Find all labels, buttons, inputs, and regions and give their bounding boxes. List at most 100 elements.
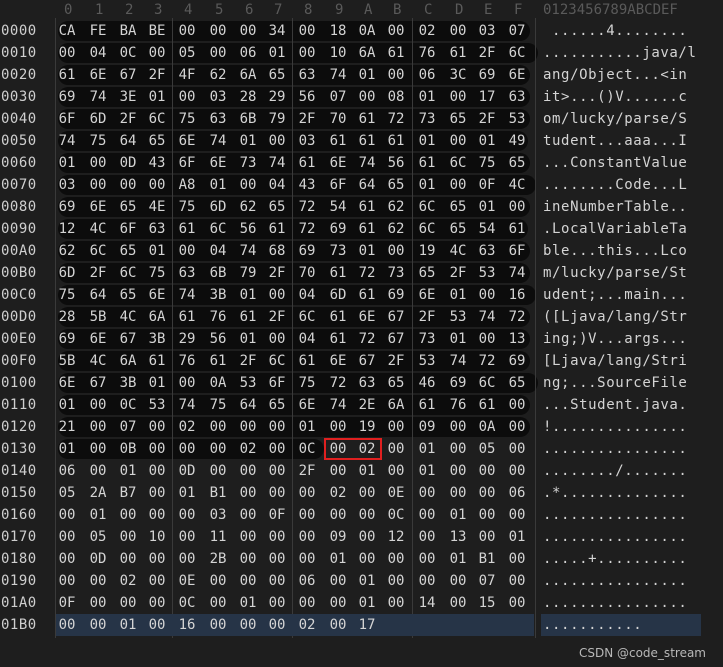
hex-byte[interactable]: 02 <box>327 485 349 501</box>
hex-byte[interactable]: 53 <box>146 397 168 413</box>
hex-byte[interactable]: 4C <box>87 353 109 369</box>
hex-byte[interactable]: 6D <box>56 265 78 281</box>
hex-byte[interactable]: 00 <box>296 595 318 611</box>
hex-byte[interactable]: 00 <box>385 67 407 83</box>
hex-byte[interactable]: 73 <box>327 243 349 259</box>
hex-byte[interactable]: 00 <box>176 23 198 39</box>
hex-byte[interactable]: 00 <box>237 177 259 193</box>
hex-byte[interactable]: 0F <box>56 595 78 611</box>
hex-byte[interactable]: 00 <box>385 463 407 479</box>
hex-byte[interactable]: 00 <box>56 529 78 545</box>
hex-byte[interactable]: 64 <box>356 177 378 193</box>
hex-byte[interactable]: 00 <box>476 287 498 303</box>
hex-byte[interactable]: 05 <box>476 441 498 457</box>
hex-byte[interactable]: 00 <box>416 507 438 523</box>
hex-byte[interactable]: 2F <box>266 309 288 325</box>
hex-byte[interactable]: 00 <box>327 573 349 589</box>
hex-byte[interactable]: 05 <box>176 45 198 61</box>
hex-byte[interactable]: 05 <box>56 485 78 501</box>
hex-byte[interactable]: 0C <box>176 595 198 611</box>
hex-byte[interactable]: 61 <box>385 133 407 149</box>
hex-byte[interactable]: 74 <box>266 155 288 171</box>
hex-byte[interactable]: 4C <box>117 309 139 325</box>
hex-byte[interactable]: BE <box>146 23 168 39</box>
hex-byte[interactable]: 02 <box>416 23 438 39</box>
hex-byte[interactable]: 61 <box>327 265 349 281</box>
hex-byte[interactable]: 53 <box>506 111 528 127</box>
hex-byte[interactable]: 01 <box>237 595 259 611</box>
hex-byte[interactable]: 49 <box>506 133 528 149</box>
hex-byte[interactable]: B7 <box>117 485 139 501</box>
hex-byte[interactable]: 00 <box>296 507 318 523</box>
hex-byte[interactable]: 0D <box>87 551 109 567</box>
hex-byte[interactable]: 11 <box>207 529 229 545</box>
hex-byte[interactable]: 02 <box>237 441 259 457</box>
hex-byte[interactable]: 65 <box>416 265 438 281</box>
hex-byte[interactable]: 00 <box>266 595 288 611</box>
hex-byte[interactable]: 03 <box>296 133 318 149</box>
hex-byte[interactable]: 00 <box>476 529 498 545</box>
hex-byte[interactable]: 4C <box>447 243 469 259</box>
hex-byte[interactable]: 01 <box>146 89 168 105</box>
hex-byte[interactable]: 64 <box>87 287 109 303</box>
hex-byte[interactable]: 72 <box>385 111 407 127</box>
hex-byte[interactable]: 65 <box>266 397 288 413</box>
hex-byte[interactable]: 04 <box>266 177 288 193</box>
hex-byte[interactable]: 00 <box>447 573 469 589</box>
hex-byte[interactable]: 6C <box>87 243 109 259</box>
hex-byte[interactable]: 00 <box>146 419 168 435</box>
hex-byte[interactable]: 00 <box>447 419 469 435</box>
hex-byte[interactable]: B1 <box>207 485 229 501</box>
hex-byte[interactable]: 00 <box>207 573 229 589</box>
hex-byte[interactable]: 74 <box>506 265 528 281</box>
hex-byte[interactable]: 61 <box>146 353 168 369</box>
hex-byte[interactable]: 75 <box>56 287 78 303</box>
hex-byte[interactable]: 75 <box>146 265 168 281</box>
hex-byte[interactable]: 73 <box>416 111 438 127</box>
hex-byte[interactable]: 56 <box>237 221 259 237</box>
hex-byte[interactable]: 00 <box>506 441 528 457</box>
hex-byte[interactable]: 6C <box>476 375 498 391</box>
hex-byte[interactable]: 6E <box>87 67 109 83</box>
hex-byte[interactable]: 6C <box>416 221 438 237</box>
hex-byte[interactable]: 6A <box>146 309 168 325</box>
hex-byte[interactable]: 01 <box>117 463 139 479</box>
hex-byte[interactable]: 79 <box>266 111 288 127</box>
hex-byte[interactable]: 00 <box>385 243 407 259</box>
hex-byte[interactable]: 2F <box>296 111 318 127</box>
hex-byte[interactable]: 6A <box>356 45 378 61</box>
hex-byte[interactable]: 00 <box>385 573 407 589</box>
hex-byte[interactable]: 61 <box>356 133 378 149</box>
hex-byte[interactable]: 74 <box>476 309 498 325</box>
hex-byte[interactable]: 00 <box>207 463 229 479</box>
hex-byte[interactable]: 5B <box>56 353 78 369</box>
hex-byte[interactable]: 29 <box>176 331 198 347</box>
hex-byte[interactable]: 6F <box>117 221 139 237</box>
hex-byte[interactable]: 06 <box>296 573 318 589</box>
hex-byte[interactable]: 46 <box>416 375 438 391</box>
hex-byte[interactable]: 67 <box>87 375 109 391</box>
hex-byte[interactable]: 61 <box>207 353 229 369</box>
hex-byte[interactable]: 34 <box>266 23 288 39</box>
hex-byte[interactable]: 03 <box>207 89 229 105</box>
hex-byte[interactable]: 3B <box>146 331 168 347</box>
hex-byte[interactable]: 01 <box>237 331 259 347</box>
hex-byte[interactable]: 19 <box>356 419 378 435</box>
hex-byte[interactable]: 00 <box>266 573 288 589</box>
hex-byte[interactable]: 2F <box>146 67 168 83</box>
hex-byte[interactable]: 18 <box>327 23 349 39</box>
hex-byte[interactable]: 76 <box>447 397 469 413</box>
hex-byte[interactable]: 00 <box>146 507 168 523</box>
hex-byte[interactable]: 2F <box>416 309 438 325</box>
hex-byte[interactable]: 65 <box>146 133 168 149</box>
hex-byte[interactable]: 6E <box>146 287 168 303</box>
hex-byte[interactable]: 00 <box>237 507 259 523</box>
hex-byte[interactable]: 00 <box>506 199 528 215</box>
hex-byte[interactable]: 70 <box>327 111 349 127</box>
hex-byte[interactable]: 00 <box>237 463 259 479</box>
hex-byte[interactable]: 0C <box>385 507 407 523</box>
hex-byte[interactable]: 00 <box>146 441 168 457</box>
hex-byte[interactable]: 01 <box>117 617 139 633</box>
hex-byte[interactable]: 62 <box>207 67 229 83</box>
hex-byte[interactable]: 69 <box>296 243 318 259</box>
